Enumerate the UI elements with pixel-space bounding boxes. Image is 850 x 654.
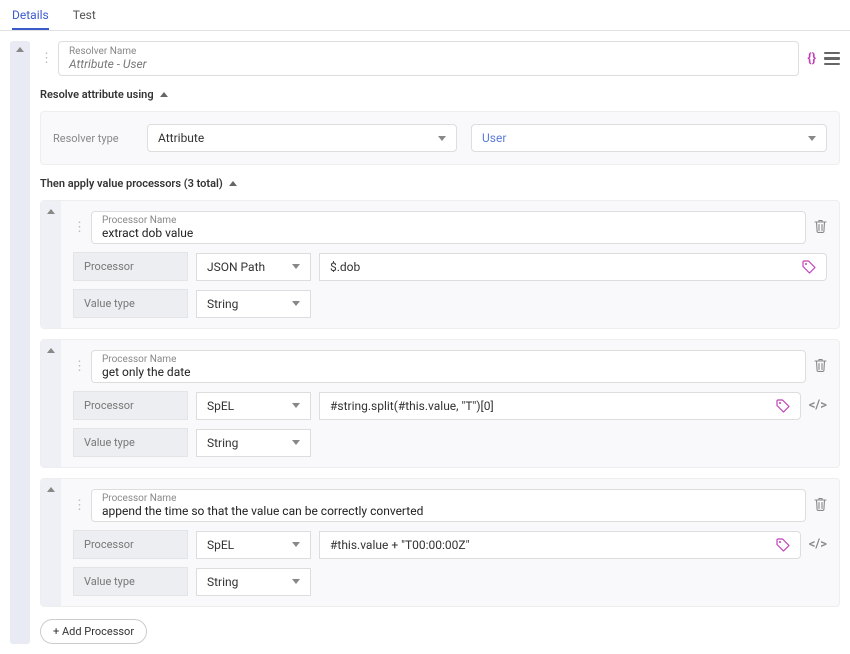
resolver-type-value: Attribute [158,131,204,145]
tag-icon[interactable] [802,260,816,274]
resolve-box: Resolver type Attribute User [40,111,840,165]
tag-icon[interactable] [776,538,790,552]
processor-name-input[interactable]: Processor Name append the time so that t… [91,489,806,522]
resolver-content: ⋮⋮ Resolver Name Attribute - User {} Res… [40,41,840,644]
resolver-scope-select[interactable]: User [471,124,827,152]
chevron-down-icon [292,542,300,547]
tab-bar: Details Test [0,0,850,31]
expression-value: $.dob [330,260,360,274]
resolver-type-select[interactable]: Attribute [147,124,457,152]
tab-details[interactable]: Details [12,4,49,30]
resolver-name-value: Attribute - User [69,57,788,71]
resolver-scope-value: User [482,131,506,145]
processor-type-label: Processor [73,252,188,281]
processor-block: ⋮⋮ Processor Name extract dob value Proc… [40,200,840,329]
processor-type-select[interactable]: SpEL [196,531,311,559]
processor-type-label: Processor [73,530,188,559]
processor-name-value: extract dob value [102,226,795,240]
resolve-section-title: Resolve attribute using [40,88,154,101]
expression-input[interactable]: #string.split(#this.value, "T")[0] [319,392,801,420]
processor-list: ⋮⋮ Processor Name extract dob value Proc… [40,200,840,607]
processor-type-value: SpEL [207,399,234,413]
resolver-name-row: ⋮⋮ Resolver Name Attribute - User {} [40,41,840,76]
valuetype-select[interactable]: String [196,290,311,318]
processor-name-label: Processor Name [102,215,795,226]
add-processor-button[interactable]: + Add Processor [40,619,147,644]
chevron-down-icon [292,264,300,269]
valuetype-value: String [207,297,238,311]
processor-type-select[interactable]: SpEL [196,392,311,420]
trash-icon[interactable] [814,219,827,237]
processor-type-value: SpEL [207,538,234,552]
trash-icon[interactable] [814,497,827,515]
tab-test[interactable]: Test [73,4,96,30]
main-panel: ⋮⋮ Resolver Name Attribute - User {} Res… [0,31,850,654]
processors-section-header[interactable]: Then apply value processors (3 total) [40,173,840,192]
resolver-type-label: Resolver type [53,132,133,145]
resolve-section-header[interactable]: Resolve attribute using [40,84,840,103]
chevron-down-icon [292,403,300,408]
chevron-down-icon [808,136,816,141]
processor-type-select[interactable]: JSON Path [196,253,311,281]
drag-handle-icon[interactable]: ⋮⋮ [73,221,83,234]
chevron-down-icon [438,136,446,141]
processor-name-label: Processor Name [102,493,795,504]
chevron-up-icon [47,348,55,353]
chevron-down-icon [292,440,300,445]
drag-handle-icon[interactable]: ⋮⋮ [73,499,83,512]
expression-input[interactable]: $.dob [319,253,827,281]
processors-section-title: Then apply value processors (3 total) [40,177,223,190]
processor-type-value: JSON Path [207,260,265,274]
processor-name-value: append the time so that the value can be… [102,504,795,518]
chevron-up-icon [47,487,55,492]
resolver-name-input[interactable]: Resolver Name Attribute - User [58,41,799,76]
trash-icon[interactable] [814,358,827,376]
valuetype-label: Value type [73,289,188,318]
processor-collapse-rail[interactable] [41,201,61,328]
resolver-collapse-rail[interactable] [10,41,30,644]
valuetype-select[interactable]: String [196,568,311,596]
processor-type-label: Processor [73,391,188,420]
expression-value: #string.split(#this.value, "T")[0] [330,399,494,413]
chevron-up-icon [160,92,168,97]
processor-name-input[interactable]: Processor Name get only the date [91,350,806,383]
code-icon[interactable]: </> [809,398,827,413]
chevron-down-icon [292,301,300,306]
menu-icon[interactable] [824,52,840,66]
chevron-up-icon [47,209,55,214]
valuetype-label: Value type [73,567,188,596]
resolver-name-label: Resolver Name [69,46,788,57]
add-processor-label: + Add Processor [53,625,134,638]
chevron-up-icon [229,181,237,186]
processor-block: ⋮⋮ Processor Name get only the date Proc… [40,339,840,468]
processor-collapse-rail[interactable] [41,479,61,606]
expression-value: #this.value + "T00:00:00Z" [330,538,469,552]
valuetype-select[interactable]: String [196,429,311,457]
drag-handle-icon[interactable]: ⋮⋮ [73,360,83,373]
processor-name-value: get only the date [102,365,795,379]
tag-icon[interactable] [776,399,790,413]
valuetype-value: String [207,436,238,450]
processor-block: ⋮⋮ Processor Name append the time so tha… [40,478,840,607]
processor-collapse-rail[interactable] [41,340,61,467]
drag-handle-icon[interactable]: ⋮⋮ [40,52,50,65]
processor-name-label: Processor Name [102,354,795,365]
expression-input[interactable]: #this.value + "T00:00:00Z" [319,531,801,559]
valuetype-value: String [207,575,238,589]
processor-name-input[interactable]: Processor Name extract dob value [91,211,806,244]
code-icon[interactable]: </> [809,537,827,552]
valuetype-label: Value type [73,428,188,457]
chevron-up-icon [16,47,24,52]
braces-icon[interactable]: {} [807,51,816,66]
